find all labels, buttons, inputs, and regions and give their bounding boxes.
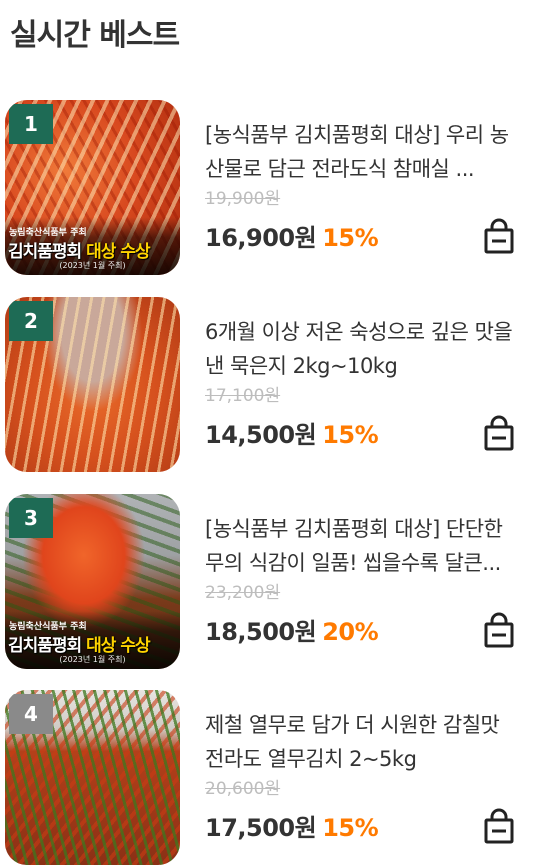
add-to-cart-button[interactable]	[480, 218, 518, 256]
original-price: 17,100원	[205, 386, 281, 406]
discount-rate: 15%	[322, 814, 379, 842]
product-item[interactable]: 1 농림축산식품부 주최 김치품평회 대상 수상 (2023년 1월 주최) […	[0, 100, 550, 276]
sale-price-row: 14,500원 15%	[205, 415, 379, 450]
sale-price: 18,500원	[205, 618, 317, 646]
sale-price: 14,500원	[205, 421, 317, 449]
shopping-bag-icon	[484, 612, 514, 648]
sale-price-row: 17,500원 15%	[205, 808, 379, 843]
product-item[interactable]: 2 6개월 이상 저온 숙성으로 깊은 맛을 낸 묵은지 2kg~10kg 17…	[0, 297, 550, 473]
banner-title: 김치품평회 대상 수상	[8, 631, 151, 656]
shopping-bag-icon	[484, 415, 514, 451]
rank-badge: 1	[9, 104, 53, 144]
product-name[interactable]: 6개월 이상 저온 숙성으로 깊은 맛을 낸 묵은지 2kg~10kg	[205, 315, 515, 383]
banner-title: 김치품평회 대상 수상	[8, 237, 151, 262]
add-to-cart-button[interactable]	[480, 808, 518, 846]
product-name[interactable]: 제철 열무로 담가 더 시원한 감칠맛 전라도 열무김치 2~5kg	[205, 708, 515, 776]
product-name[interactable]: [농식품부 김치품평회 대상] 우리 농산물로 담근 전라도식 참매실 ...	[205, 118, 515, 186]
sale-price: 17,500원	[205, 814, 317, 842]
product-image[interactable]: 4	[5, 690, 180, 865]
product-item[interactable]: 4 제철 열무로 담가 더 시원한 감칠맛 전라도 열무김치 2~5kg 20,…	[0, 690, 550, 866]
banner-date: (2023년 1월 주최)	[59, 261, 126, 270]
award-banner: 농림축산식품부 주최 김치품평회 대상 수상 (2023년 1월 주최)	[5, 217, 180, 275]
banner-date: (2023년 1월 주최)	[59, 655, 126, 664]
banner-title-highlight: 대상 수상	[86, 242, 150, 262]
shopping-bag-icon	[484, 808, 514, 844]
sale-price-row: 16,900원 15%	[205, 218, 379, 253]
sale-price-row: 18,500원 20%	[205, 612, 379, 647]
banner-title-prefix: 김치품평회	[8, 242, 87, 262]
rank-badge: 3	[9, 498, 53, 538]
add-to-cart-button[interactable]	[480, 612, 518, 650]
rank-badge: 4	[9, 694, 53, 734]
product-name[interactable]: [농식품부 김치품평회 대상] 단단한 무의 식감이 일품! 씹을수록 달큰..…	[205, 512, 515, 580]
shopping-bag-icon	[484, 218, 514, 254]
award-banner: 농림축산식품부 주최 김치품평회 대상 수상 (2023년 1월 주최)	[5, 611, 180, 669]
rank-badge: 2	[9, 301, 53, 341]
product-image[interactable]: 2	[5, 297, 180, 472]
section-title: 실시간 베스트	[10, 18, 180, 53]
product-image[interactable]: 3 농림축산식품부 주최 김치품평회 대상 수상 (2023년 1월 주최)	[5, 494, 180, 669]
discount-rate: 20%	[322, 618, 379, 646]
add-to-cart-button[interactable]	[480, 415, 518, 453]
sale-price: 16,900원	[205, 224, 317, 252]
original-price: 20,600원	[205, 779, 281, 799]
banner-title-prefix: 김치품평회	[8, 636, 87, 656]
product-item[interactable]: 3 농림축산식품부 주최 김치품평회 대상 수상 (2023년 1월 주최) […	[0, 494, 550, 670]
original-price: 19,900원	[205, 189, 281, 209]
discount-rate: 15%	[322, 224, 379, 252]
discount-rate: 15%	[322, 421, 379, 449]
banner-title-highlight: 대상 수상	[86, 636, 150, 656]
original-price: 23,200원	[205, 583, 281, 603]
product-image[interactable]: 1 농림축산식품부 주최 김치품평회 대상 수상 (2023년 1월 주최)	[5, 100, 180, 275]
